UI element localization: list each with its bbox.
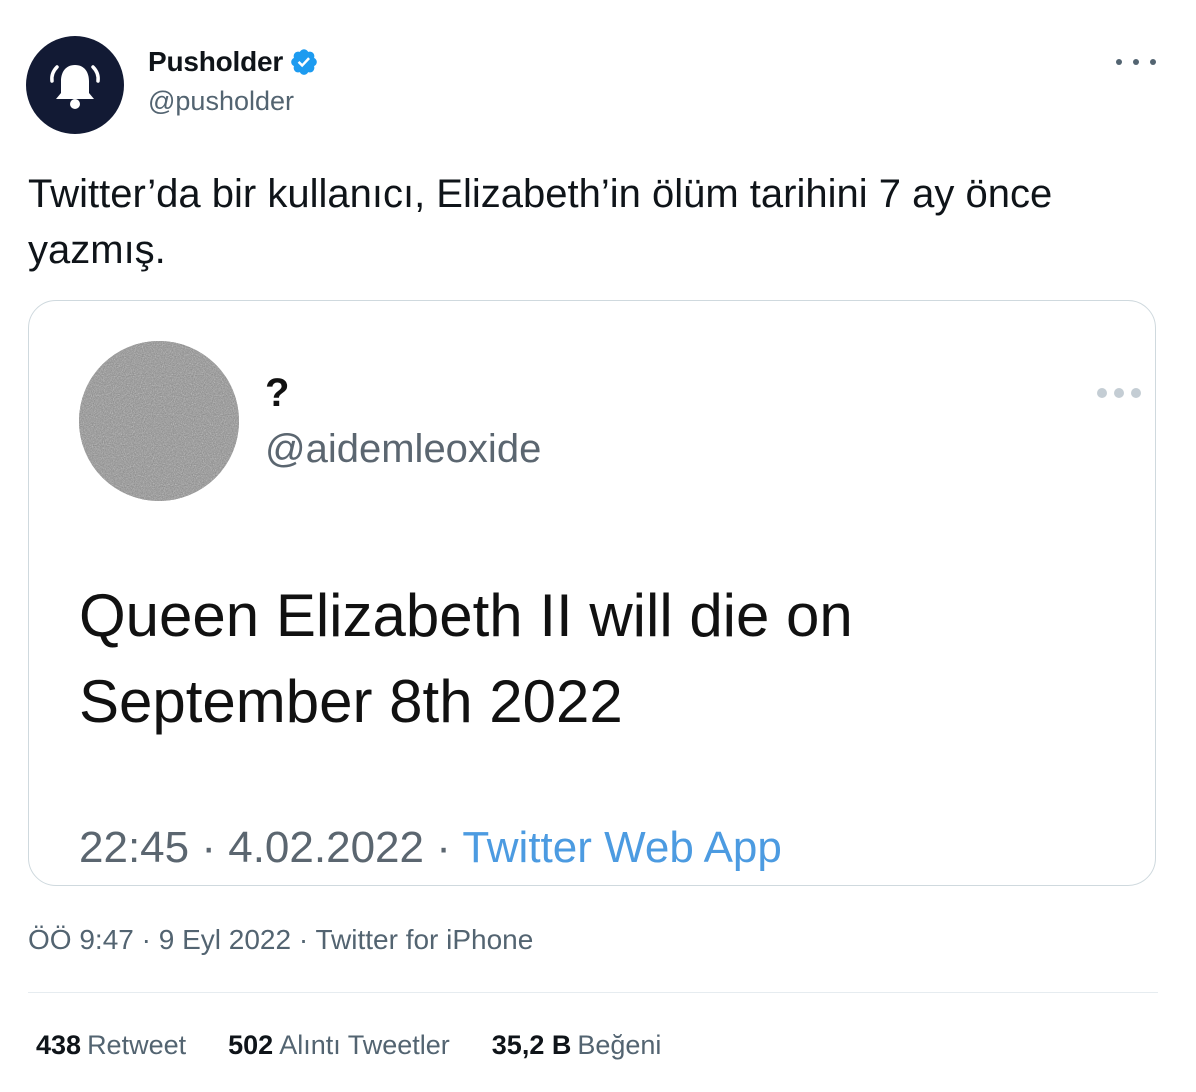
embedded-tweet-image[interactable]: ? @aidemleoxide Queen Elizabeth II will … bbox=[28, 300, 1156, 886]
blurred-avatar-icon bbox=[79, 341, 239, 501]
tweet-meta: ÖÖ 9:47 · 9 Eyl 2022 · Twitter for iPhon… bbox=[28, 924, 533, 956]
likes-stat[interactable]: 35,2 B Beğeni bbox=[492, 1030, 662, 1061]
likes-count: 35,2 B bbox=[491, 1030, 572, 1060]
divider bbox=[28, 992, 1158, 993]
verified-badge-icon bbox=[291, 49, 317, 75]
tweet-date[interactable]: 9 Eyl 2022 bbox=[159, 924, 291, 955]
embed-source: Twitter Web App bbox=[462, 823, 782, 872]
meta-separator: · bbox=[141, 924, 151, 955]
tweet: Pusholder @pusholder Twitter’da bir kull… bbox=[0, 0, 1196, 1092]
retweets-stat[interactable]: 438 Retweet bbox=[36, 1030, 186, 1061]
embed-avatar bbox=[79, 341, 239, 501]
embed-time: 22:45 bbox=[79, 823, 190, 872]
embed-date: 4.02.2022 bbox=[228, 823, 424, 872]
embed-separator-2: · bbox=[436, 823, 451, 872]
author-avatar[interactable] bbox=[26, 36, 124, 134]
retweets-count: 438 bbox=[36, 1030, 82, 1060]
retweets-label: Retweet bbox=[87, 1030, 187, 1060]
quotes-stat[interactable]: 502 Alıntı Tweetler bbox=[228, 1030, 450, 1061]
embed-more-icon bbox=[1097, 385, 1141, 401]
quotes-count: 502 bbox=[228, 1030, 274, 1060]
embed-author-name: ? bbox=[265, 371, 290, 415]
tweet-time[interactable]: ÖÖ 9:47 bbox=[28, 924, 134, 955]
bell-icon bbox=[50, 65, 100, 109]
author-name[interactable]: Pusholder bbox=[148, 46, 283, 78]
embed-separator: · bbox=[201, 823, 216, 872]
embed-meta: 22:45 · 4.02.2022 · Twitter Web App bbox=[79, 823, 782, 873]
embed-author-handle: @aidemleoxide bbox=[265, 427, 542, 471]
author-handle[interactable]: @pusholder bbox=[148, 86, 294, 117]
tweet-stats: 438 Retweet 502 Alıntı Tweetler 35,2 B Beğe… bbox=[36, 1030, 703, 1061]
embed-tweet-text: Queen Elizabeth II will die on September… bbox=[79, 582, 853, 735]
author-name-row: Pusholder bbox=[148, 44, 319, 80]
quotes-label: Alıntı Tweetler bbox=[279, 1030, 450, 1060]
tweet-source[interactable]: Twitter for iPhone bbox=[315, 924, 533, 955]
likes-label: Beğeni bbox=[577, 1030, 662, 1060]
meta-separator-2: · bbox=[298, 924, 309, 955]
tweet-text: Twitter’da bir kullanıcı, Elizabeth’in ö… bbox=[28, 172, 1053, 272]
more-options-icon[interactable] bbox=[1116, 50, 1156, 74]
